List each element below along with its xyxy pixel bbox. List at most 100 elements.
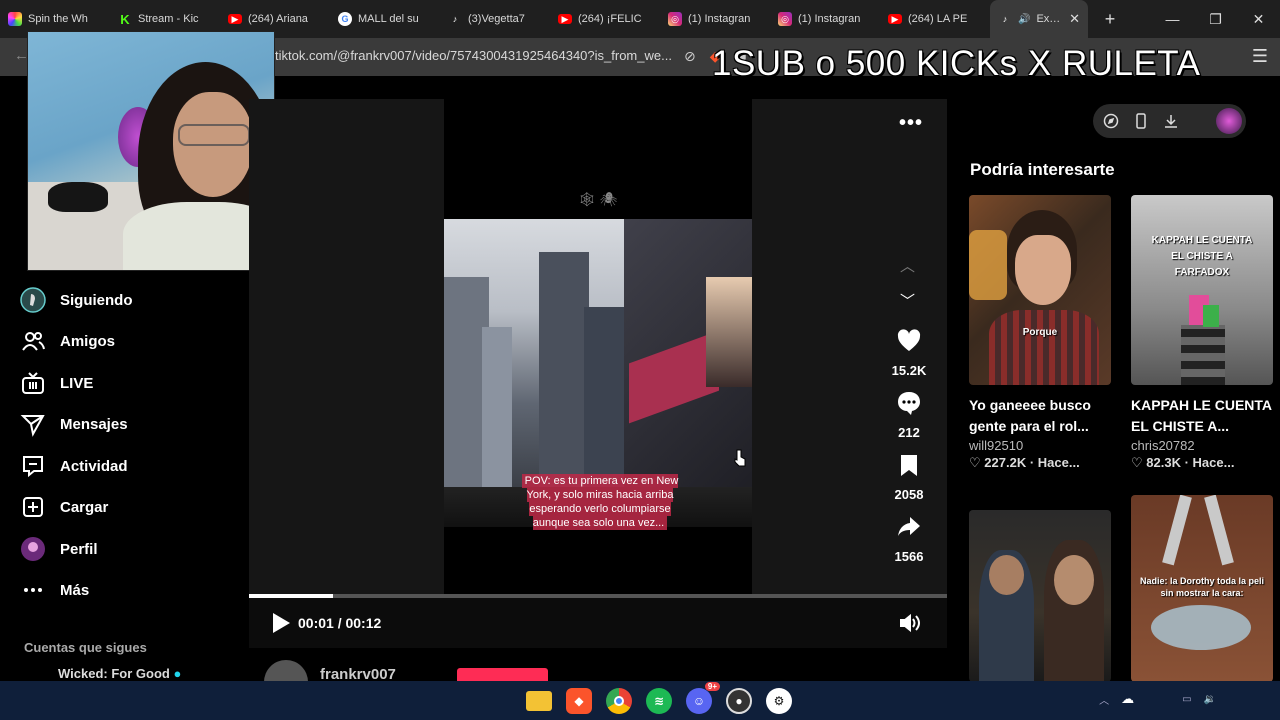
video-thumbnail[interactable] [969,510,1111,682]
url-text[interactable]: tiktok.com/@frankrv007/video/75743004319… [275,48,672,63]
sidebar-item-label: Cargar [60,498,109,516]
steam-icon[interactable]: ⚙ [766,687,792,714]
recommendation-card[interactable]: Porque Yo ganeeee busco gente para el ro… [969,195,1111,471]
recommendation-card[interactable]: Nadie: la Dorothy toda la peli sin mostr… [1131,495,1273,682]
comment-icon [898,392,920,415]
activity-icon [23,456,43,478]
sidebar-item-live[interactable]: LIVE [20,368,93,398]
tab-title: (1) Instagran [688,13,751,25]
card-author: will92510 [969,438,1024,453]
more-options-icon[interactable]: ••• [899,112,923,135]
like-count: 15.2K [891,363,927,378]
sidebar-item-label: Actividad [60,457,128,475]
tab-title: Explo [1036,13,1064,25]
upload-icon [23,497,43,517]
spin-wheel-icon [8,12,22,26]
tray-expand-icon[interactable]: ︿ [1099,692,1109,707]
sidebar-item-label: Más [60,581,90,599]
network-icon[interactable]: ▭ [1182,694,1191,705]
brave-browser-icon[interactable]: ◆ [566,687,592,714]
sidebar-item-following[interactable]: Siguiendo [20,285,133,315]
close-window-icon[interactable]: ✕ [1237,0,1280,38]
chrome-icon[interactable] [606,687,632,714]
video-thumbnail[interactable]: Nadie: la Dorothy toda la peli sin mostr… [1131,495,1273,682]
recommendation-card[interactable] [969,510,1111,682]
share-icon [898,517,920,536]
clock[interactable] [1228,689,1268,709]
following-section-title: Cuentas que sigues [24,640,147,655]
sidebar-item-label: Perfil [60,540,98,558]
kick-icon: K [120,11,130,27]
spotify-icon[interactable]: ≋ [646,687,672,714]
close-tab-icon[interactable]: ✕ [1069,11,1080,27]
stream-overlay-text: 1SUB o 500 KICKs X RULETA [712,44,1201,83]
next-video-icon[interactable]: ﹀ [900,290,915,311]
browser-tab[interactable]: ◎ (1) Instagran [660,0,770,38]
previous-video-icon[interactable]: ︿ [900,255,915,276]
browser-tab-active[interactable]: ♪ 🔊 Explo ✕ [990,0,1088,38]
video-watermark-icon: 🕸 🕷 [578,191,618,207]
save-button[interactable]: 2058 [884,452,934,502]
video-controls: 00:01 / 00:12 [249,598,947,648]
sidebar-item-label: Mensajes [60,415,128,433]
windows-start-icon[interactable] [488,689,512,713]
sidebar-item-upload[interactable]: Cargar [20,492,108,522]
language-indicator[interactable] [1146,689,1170,709]
browser-tab[interactable]: G MALL del su [330,0,440,38]
sidebar-item-label: LIVE [60,374,94,392]
sidebar-item-activity[interactable]: Actividad [20,451,128,481]
onedrive-icon[interactable]: ☁ [1121,691,1134,707]
card-views: 82.3K [1146,455,1181,470]
following-account[interactable]: Wicked: For Good ● [58,666,181,681]
compass-icon[interactable] [1103,113,1119,129]
volume-icon[interactable] [899,613,921,633]
mobile-icon[interactable] [1133,113,1149,129]
sidebar-item-messages[interactable]: Mensajes [20,409,128,439]
browser-tab[interactable]: ▶ (264) ¡FELIC [550,0,660,38]
browser-tab[interactable]: ▶ (264) LA PE [880,0,990,38]
download-icon[interactable] [1163,113,1179,129]
discord-icon[interactable]: ☺ 9+ [686,681,720,714]
bookmark-icon [901,455,917,476]
recommendations-title: Podría interesarte [970,160,1115,179]
card-caption: KAPPAH LE CUENTA EL CHISTE A... [1131,397,1272,434]
obs-icon[interactable]: ● [726,687,752,714]
no-tracking-icon[interactable]: ⊘ [684,48,696,65]
minimize-icon[interactable]: — [1151,0,1194,38]
following-account-name: Wicked: For Good [58,666,170,681]
following-avatar-icon [20,287,46,313]
video-thumbnail[interactable]: Porque [969,195,1111,385]
window-controls: — ❐ ✕ [1151,0,1280,38]
save-count: 2058 [894,487,924,502]
browser-menu-icon[interactable]: ☰ [1252,46,1268,67]
sidebar-item-more[interactable]: Más [20,575,89,605]
speaker-tray-icon[interactable]: 🔉 [1204,694,1216,705]
tab-title: Stream - Kic [138,13,199,25]
tab-title: (3)Vegetta7 [468,13,525,25]
restore-icon[interactable]: ❐ [1194,0,1237,38]
comment-count: 212 [898,425,920,440]
sidebar-item-friends[interactable]: Amigos [20,326,115,356]
tiktok-icon: ♪ [452,14,458,24]
screen: Spin the Wh K Stream - Kic ▶ (264) Ariana … [0,0,1280,720]
share-button[interactable]: 1566 [884,514,934,564]
browser-tab[interactable]: ♪ (3)Vegetta7 [440,0,550,38]
system-tray: ︿ ☁ ▭ 🔉 [1099,689,1268,709]
card-meta: ♡ 82.3K · Hace... [1131,455,1235,470]
video-thumbnail[interactable]: KAPPAH LE CUENTA EL CHISTE A FARFADOX [1131,195,1273,385]
new-tab-button[interactable]: + [1096,5,1124,33]
tab-title: MALL del su [358,13,419,25]
like-button[interactable]: 15.2K [884,328,934,378]
os-taskbar: ◆ ≋ ☺ 9+ ● ⚙ ︿ ☁ ▭ 🔉 [0,681,1280,720]
recommendation-card[interactable]: KAPPAH LE CUENTA EL CHISTE A FARFADOX KA… [1131,195,1273,471]
video-caption-text: POV: es tu primera vez en New York, y so… [521,474,679,530]
browser-tab[interactable]: ◎ (1) Instagran [770,0,880,38]
sidebar-item-profile[interactable]: Perfil [20,534,98,564]
youtube-icon: ▶ [228,14,242,24]
user-avatar[interactable] [1216,108,1242,134]
play-icon[interactable] [271,612,291,634]
file-explorer-icon[interactable] [526,690,552,711]
card-author: chris20782 [1131,438,1195,453]
comment-button[interactable]: 212 [884,390,934,440]
mouse-cursor-icon [733,449,747,467]
